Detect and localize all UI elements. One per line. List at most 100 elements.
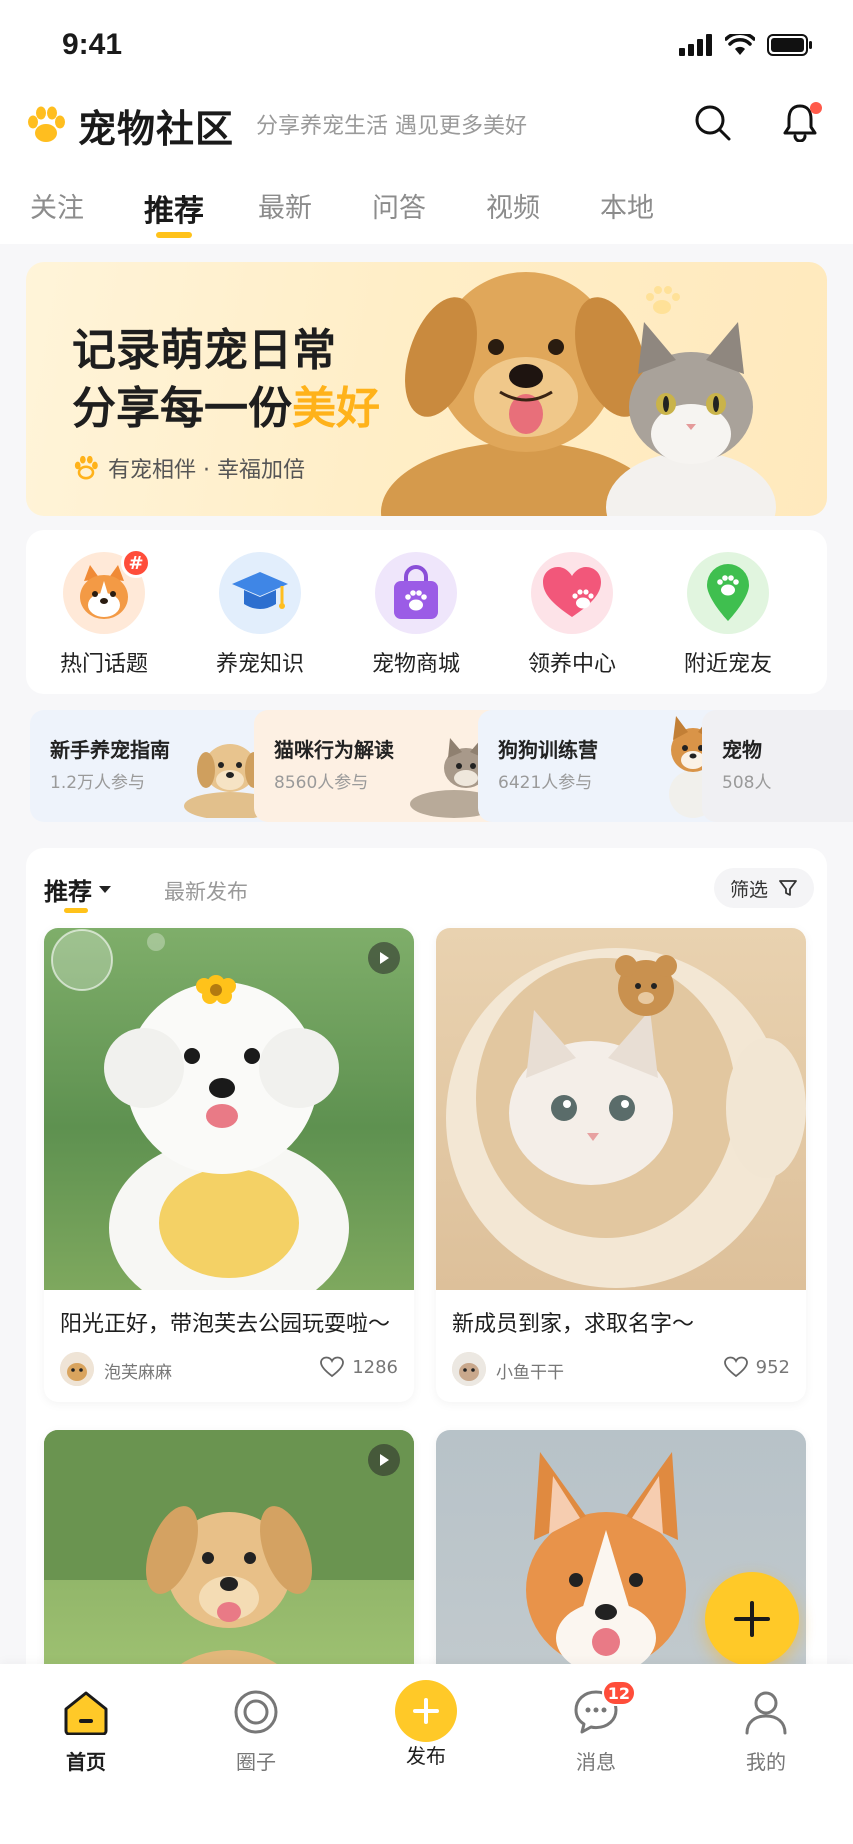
quick-entry-hot-topics[interactable]: # 热门话题 (26, 530, 182, 694)
app-header: 宠物社区 分享养宠生活 遇见更多美好 关注 推荐 最新 问答 视频 本地 (0, 84, 853, 244)
hero-title-line2-text: 分享每一份 (72, 383, 292, 434)
location-pin-icon (687, 552, 769, 634)
tab-follow[interactable]: 关注 (30, 186, 144, 236)
feed-tabs: 关注 推荐 最新 问答 视频 本地 (30, 186, 714, 238)
quick-entries: # 热门话题 养宠知识 宠物商城 领养中心 附近宠友 (26, 530, 827, 694)
bichon-dog-image (51, 929, 349, 1290)
home-icon (60, 1686, 112, 1738)
topic-carousel: 新手养宠指南 1.2万人参与 猫咪行为解读 8560人参与 狗狗训练营 6421… (30, 710, 853, 822)
hero-tagline-text: 有宠相伴 · 幸福加倍 (108, 458, 305, 483)
topic-count: 1.2万人参与 (50, 773, 146, 793)
status-time: 9:41 (62, 28, 123, 61)
topic-title: 猫咪行为解读 (274, 738, 394, 762)
quick-entry-nearby[interactable]: 附近宠友 (650, 530, 806, 694)
nav-messages[interactable]: 12 消息 (541, 1680, 651, 1775)
nav-home[interactable]: 首页 (31, 1686, 141, 1775)
sort-underline (64, 908, 88, 913)
bottom-navigation: 首页 圈子 发布 12 消息 我的 (0, 1664, 853, 1844)
like-count: 952 (755, 1356, 790, 1378)
message-count-badge: 12 (601, 1680, 636, 1706)
play-icon (380, 952, 389, 964)
author-avatar[interactable] (452, 1352, 486, 1386)
quick-entry-adoption[interactable]: 领养中心 (494, 530, 650, 694)
chat-icon: 12 (570, 1680, 636, 1738)
quick-entry-label: 热门话题 (59, 652, 148, 677)
search-button[interactable] (688, 98, 736, 146)
video-play-button[interactable] (368, 942, 400, 974)
topic-title: 新手养宠指南 (50, 738, 170, 762)
hero-title-line2: 分享每一份美好 (72, 372, 380, 436)
topic-card[interactable]: 新手养宠指南 1.2万人参与 (30, 710, 286, 822)
quick-entry-label: 宠物商城 (371, 652, 460, 677)
heart-paw-icon (531, 552, 613, 634)
filter-button[interactable]: 筛选 (714, 868, 814, 908)
topic-card[interactable]: 狗狗训练营 6421人参与 (478, 710, 734, 822)
search-icon (695, 105, 731, 141)
tab-recommend[interactable]: 推荐 (144, 186, 258, 238)
corgi-icon: # (63, 548, 151, 634)
tab-qa[interactable]: 问答 (372, 186, 486, 236)
heart-icon (320, 1356, 345, 1378)
plus-icon (734, 1601, 770, 1637)
topic-card[interactable]: 猫咪行为解读 8560人参与 (254, 710, 510, 822)
heart-icon (723, 1356, 748, 1378)
tab-latest[interactable]: 最新 (258, 186, 372, 236)
post-title: 新成员到家，求取名字～ (452, 1312, 695, 1337)
like-button[interactable]: 1286 (320, 1356, 398, 1378)
feed-toolbar: 推荐 最新发布 筛选 (44, 868, 814, 913)
nav-profile[interactable]: 我的 (711, 1686, 821, 1775)
hero-tagline: 有宠相伴 · 幸福加倍 (72, 452, 305, 484)
kitten-in-basket-image (446, 948, 806, 1288)
post-card[interactable]: 阳光正好，带泡芙去公园玩耍啦～ 泡芙麻麻 1286 (44, 928, 414, 1402)
notification-dot (810, 102, 822, 114)
user-icon (740, 1686, 792, 1738)
notification-button[interactable] (776, 98, 824, 146)
filter-icon (779, 880, 797, 896)
status-bar: 9:41 (0, 0, 853, 84)
sort-label: 推荐 (44, 878, 92, 906)
tab-video[interactable]: 视频 (486, 186, 600, 236)
create-post-fab[interactable] (705, 1572, 799, 1666)
post-title: 阳光正好，带泡芙去公园玩耍啦～ (60, 1312, 391, 1337)
author-avatar[interactable] (60, 1352, 94, 1386)
latest-posts-tab[interactable]: 最新发布 (164, 876, 248, 906)
hero-banner[interactable]: 记录萌宠日常 分享每一份美好 有宠相伴 · 幸福加倍 (26, 262, 827, 516)
app-slogan: 分享养宠生活 遇见更多美好 (256, 114, 527, 139)
sort-dropdown[interactable]: 推荐 (44, 872, 112, 907)
quick-entry-label: 领养中心 (527, 652, 616, 677)
quick-entry-label: 养宠知识 (215, 652, 304, 677)
quick-entry-pet-mall[interactable]: 宠物商城 (338, 530, 494, 694)
circle-icon (230, 1686, 282, 1738)
caret-down-icon (99, 885, 111, 893)
post-card[interactable]: 新成员到家，求取名字～ 小鱼干干 952 (436, 928, 806, 1402)
tab-local[interactable]: 本地 (600, 186, 714, 236)
nav-circles[interactable]: 圈子 (201, 1686, 311, 1775)
app-title: 宠物社区 (78, 107, 235, 151)
quick-entry-pet-knowledge[interactable]: 养宠知识 (182, 530, 338, 694)
topic-count: 508人 (722, 773, 772, 793)
nav-publish[interactable]: 发布 (371, 1680, 481, 1769)
hot-topic-badge: # (121, 548, 151, 578)
video-play-button[interactable] (368, 1444, 400, 1476)
cellular-signal-icon (679, 34, 712, 56)
pet-community-app: 9:41 宠物社区 分享养宠生活 遇见更多美好 关注 推荐 最新 问答 视频 本… (0, 0, 853, 1844)
author-name[interactable]: 小鱼干干 (496, 1358, 564, 1383)
quick-entry-label: 附近宠友 (683, 652, 772, 677)
play-icon (380, 1454, 389, 1466)
brand: 宠物社区 (24, 98, 234, 153)
like-count: 1286 (352, 1356, 398, 1378)
topic-title: 狗狗训练营 (498, 738, 598, 762)
hero-title-highlight: 美好 (292, 383, 380, 434)
paw-logo-icon (28, 106, 65, 142)
nav-label: 发布 (406, 1744, 446, 1768)
battery-icon (767, 34, 812, 56)
topic-card[interactable]: 宠物 508人 (702, 710, 853, 822)
nav-label: 消息 (576, 1750, 616, 1774)
shopping-bag-icon (375, 552, 457, 634)
like-button[interactable]: 952 (723, 1356, 790, 1378)
graduation-cap-icon (219, 552, 301, 634)
author-name[interactable]: 泡芙麻麻 (104, 1358, 172, 1383)
topic-title: 宠物 (722, 738, 762, 762)
post-image (44, 928, 414, 1290)
plus-icon (395, 1680, 457, 1742)
